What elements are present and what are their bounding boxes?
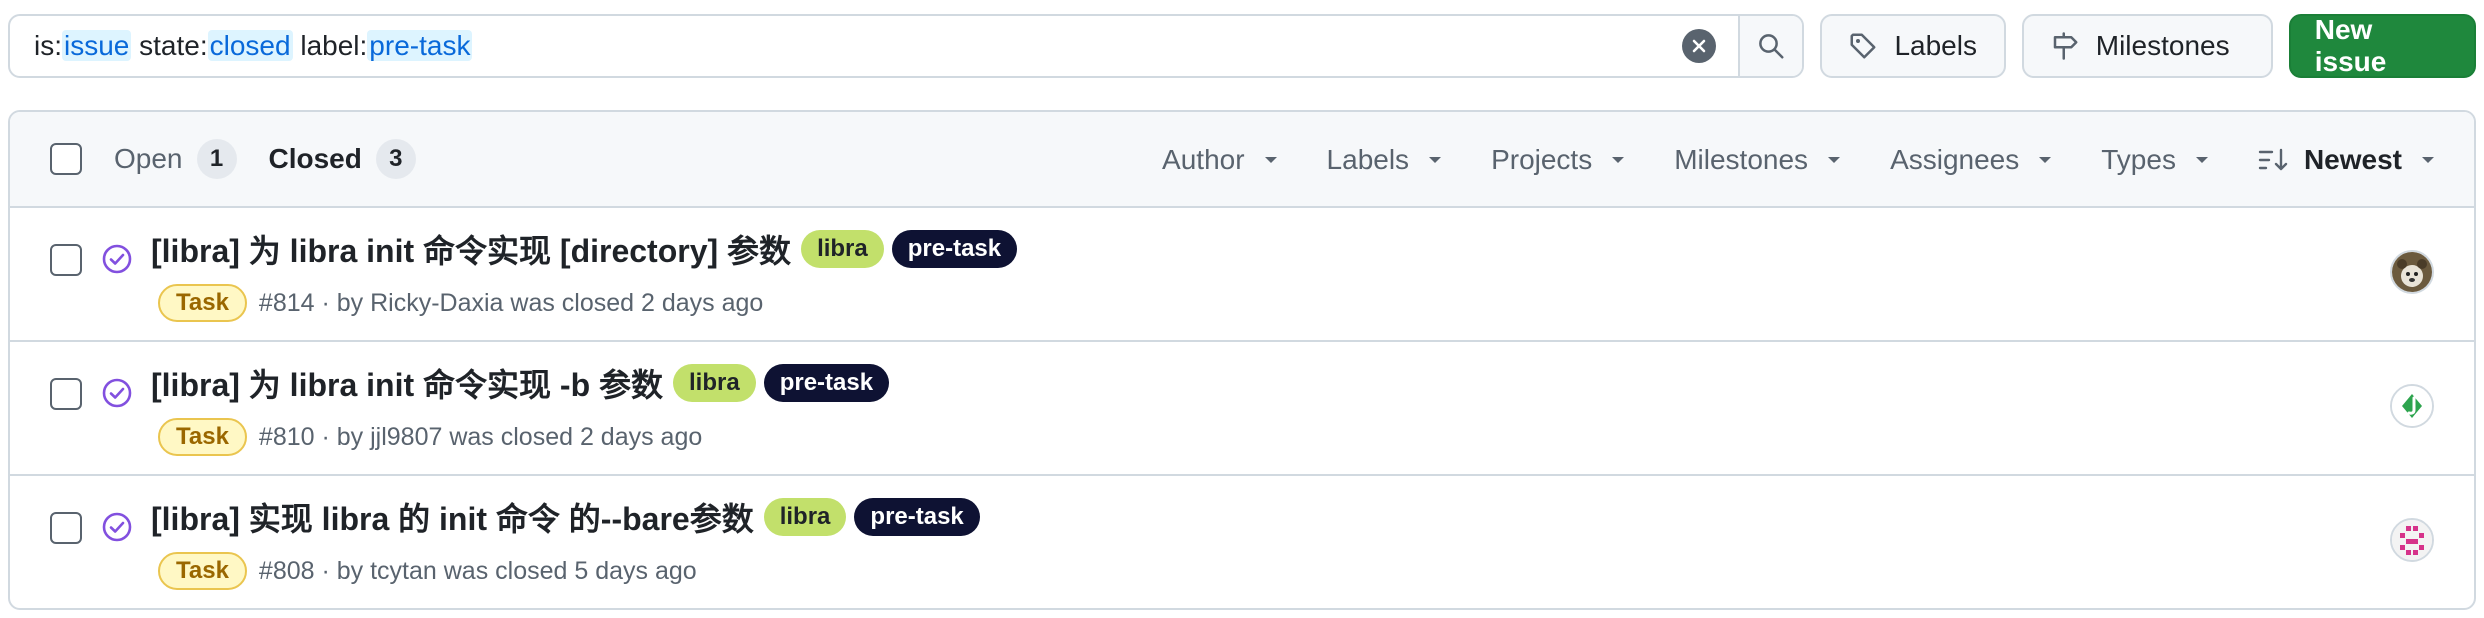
tab-closed[interactable]: Closed 3 <box>269 139 416 179</box>
issue-checkbox[interactable] <box>50 512 82 544</box>
filter-labels[interactable]: Labels <box>1327 144 1444 176</box>
closed-issue-icon <box>102 512 132 542</box>
filter-bar: Author Labels Projects Milestones Assign… <box>1162 112 2474 208</box>
issues-list: Open 1 Closed 3 Author Labels Projects M… <box>8 110 2476 610</box>
issue-row[interactable]: [libra] 为 libra init 命令实现 [directory] 参数… <box>10 208 2474 342</box>
search-button[interactable] <box>1738 16 1803 76</box>
label-pre-task[interactable]: pre-task <box>891 230 1018 268</box>
label-libra[interactable]: libra <box>801 230 884 268</box>
filter-types[interactable]: Types <box>2101 144 2210 176</box>
closed-issue-icon <box>102 378 132 408</box>
label-pre-task[interactable]: pre-task <box>854 498 980 536</box>
avatar[interactable] <box>2390 250 2434 294</box>
issues-list-header: Open 1 Closed 3 Author Labels Projects M… <box>10 112 2474 208</box>
sort-dropdown[interactable]: Newest <box>2258 144 2436 176</box>
search-icon <box>1759 34 1784 59</box>
query-token-key: is: <box>34 30 62 61</box>
issue-row[interactable]: [libra] 实现 libra 的 init 命令 的--bare参数 lib… <box>10 476 2474 608</box>
chevron-down-icon <box>2195 157 2208 163</box>
query-token-value: closed <box>207 30 293 61</box>
issue-checkbox[interactable] <box>50 244 82 276</box>
issue-type-badge: Task <box>158 552 247 590</box>
filter-milestones-label: Milestones <box>1674 144 1809 175</box>
label-libra[interactable]: libra <box>673 364 756 402</box>
issue-meta-text: #810 · by jjl9807 was closed 2 days ago <box>258 422 703 451</box>
chevron-down-icon <box>1612 157 1625 163</box>
close-icon <box>1693 39 1706 53</box>
issue-row[interactable]: [libra] 为 libra init 命令实现 -b 参数 libra pr… <box>10 342 2474 476</box>
query-token-key: label: <box>300 30 368 61</box>
filter-labels-label: Labels <box>1326 144 1410 175</box>
open-count: 1 <box>196 139 237 179</box>
avatar[interactable] <box>2390 518 2434 562</box>
issue-meta-text: #808 · by tcytan was closed 5 days ago <box>258 556 697 585</box>
milestone-icon <box>2053 32 2078 60</box>
filter-projects[interactable]: Projects <box>1491 144 1626 176</box>
filter-author-label: Author <box>1162 144 1245 175</box>
chevron-down-icon <box>2422 157 2434 163</box>
issue-meta-text: #814 · by Ricky-Daxia was closed 2 days … <box>258 288 764 317</box>
tab-open[interactable]: Open 1 <box>114 139 237 179</box>
milestones-button-label: Milestones <box>2095 30 2230 61</box>
sort-label: Newest <box>2303 144 2402 175</box>
avatar[interactable] <box>2390 384 2434 428</box>
query-token-key: state: <box>139 30 208 61</box>
issue-title-line: [libra] 为 libra init 命令实现 -b 参数 libra pr… <box>151 360 890 406</box>
closed-issue-icon <box>102 244 132 274</box>
filter-projects-label: Projects <box>1491 144 1593 175</box>
avatar-bear-icon <box>2392 252 2432 292</box>
select-all-checkbox[interactable] <box>50 143 82 175</box>
milestones-button[interactable]: Milestones <box>2021 14 2273 78</box>
issue-title-link[interactable]: [libra] 为 libra init 命令实现 -b 参数 <box>151 360 663 406</box>
tab-closed-label: Closed <box>268 143 362 174</box>
labels-button[interactable]: Labels <box>1820 14 2006 78</box>
issue-title-line: [libra] 实现 libra 的 init 命令 的--bare参数 lib… <box>151 494 980 540</box>
new-issue-button[interactable]: New issue <box>2288 14 2477 78</box>
filter-assignees[interactable]: Assignees <box>1890 144 2053 176</box>
chevron-down-icon <box>1429 157 1442 163</box>
label-libra[interactable]: libra <box>763 498 847 536</box>
clear-search-button[interactable] <box>1682 29 1717 63</box>
chevron-down-icon <box>2039 157 2052 163</box>
issue-meta: Task #814 · by Ricky-Daxia was closed 2 … <box>158 284 763 322</box>
filter-types-label: Types <box>2101 144 2176 175</box>
issue-title-line: [libra] 为 libra init 命令实现 [directory] 参数… <box>151 226 1018 272</box>
tab-open-label: Open <box>114 143 183 174</box>
issue-checkbox[interactable] <box>50 378 82 410</box>
issue-title-link[interactable]: [libra] 为 libra init 命令实现 [directory] 参数 <box>151 226 791 272</box>
query-token-value: issue <box>62 30 132 61</box>
issue-title-link[interactable]: [libra] 实现 libra 的 init 命令 的--bare参数 <box>151 494 754 540</box>
closed-count: 3 <box>375 139 416 179</box>
filter-milestones[interactable]: Milestones <box>1674 144 1842 176</box>
avatar-green-j-icon <box>2392 386 2432 426</box>
filter-author[interactable]: Author <box>1162 144 1279 176</box>
issue-type-badge: Task <box>158 284 247 322</box>
query-token-value: pre-task <box>367 30 473 61</box>
labels-button-label: Labels <box>1894 30 1977 61</box>
new-issue-button-label: New issue <box>2314 14 2387 77</box>
label-pre-task[interactable]: pre-task <box>763 364 890 402</box>
issue-meta: Task #810 · by jjl9807 was closed 2 days… <box>158 418 702 456</box>
filter-assignees-label: Assignees <box>1890 144 2020 175</box>
search-input[interactable]: is:issue state:closed label:pre-task <box>8 14 1805 78</box>
top-bar: is:issue state:closed label:pre-task Lab… <box>8 14 2477 78</box>
search-query[interactable]: is:issue state:closed label:pre-task <box>10 30 1682 62</box>
issue-meta: Task #808 · by tcytan was closed 5 days … <box>158 552 697 590</box>
chevron-down-icon <box>1264 157 1277 163</box>
issue-type-badge: Task <box>158 418 247 456</box>
sort-icon <box>2258 148 2288 171</box>
tag-icon <box>1850 33 1876 59</box>
avatar-identicon-icon <box>2392 520 2432 560</box>
chevron-down-icon <box>1828 157 1841 163</box>
